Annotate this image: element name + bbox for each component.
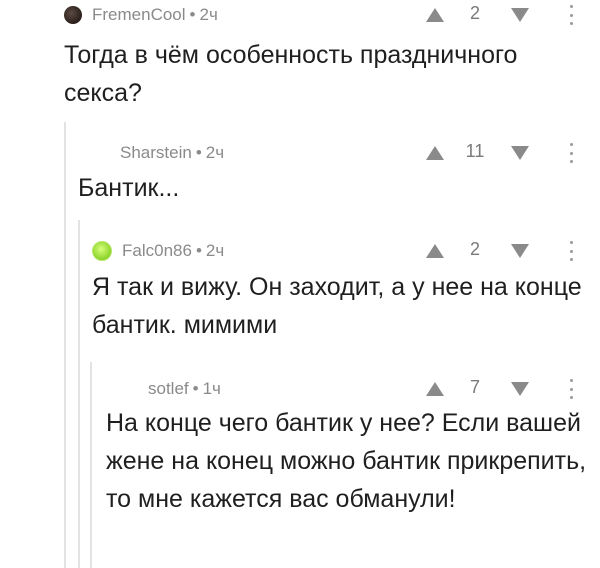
comment-falc0n86: Falc0n86 • 2ч 2 Я так и вижу. Он заходит… xyxy=(0,236,600,356)
rating-value: 11 xyxy=(465,141,485,161)
comment-sharstein: Sharstein • 2ч 11 Бантик... xyxy=(0,138,600,218)
comment-time: 2ч xyxy=(205,143,225,162)
downvote-button[interactable] xyxy=(509,6,531,24)
comment-sotlef: sotlef • 1ч 7 На конце чего бантик у нее… xyxy=(0,374,600,568)
meta-separator: • xyxy=(195,143,202,162)
author-info[interactable]: Falc0n86 • 2ч xyxy=(92,238,224,264)
downvote-arrow-icon xyxy=(511,146,529,160)
comment-text: Я так и вижу. Он заходит, а у нее на кон… xyxy=(92,273,582,339)
avatar[interactable] xyxy=(92,241,112,261)
upvote-button[interactable] xyxy=(424,6,446,24)
comment-time: 2ч xyxy=(199,5,218,24)
author-info[interactable]: Sharstein • 2ч xyxy=(120,140,224,166)
downvote-button[interactable] xyxy=(509,380,531,398)
author-info[interactable]: sotlef • 1ч xyxy=(148,376,221,402)
comment-header: Falc0n86 • 2ч 2 xyxy=(0,236,600,266)
downvote-arrow-icon xyxy=(511,8,529,22)
rating-value: 7 xyxy=(469,377,480,397)
author-info[interactable]: FremenCool • 2ч xyxy=(64,2,218,28)
more-options-icon[interactable] xyxy=(565,240,577,262)
author-name[interactable]: FremenCool xyxy=(92,5,186,25)
upvote-button[interactable] xyxy=(424,144,446,162)
downvote-button[interactable] xyxy=(509,242,531,260)
author-name[interactable]: sotlef xyxy=(148,379,189,399)
upvote-arrow-icon xyxy=(426,382,444,396)
author-name[interactable]: Sharstein xyxy=(120,143,192,163)
comment-text: Бантик... xyxy=(78,174,180,202)
meta-separator: • xyxy=(192,379,199,398)
comment-fremencool: FremenCool • 2ч 2 Тогда в чём особенност… xyxy=(0,0,600,120)
downvote-button[interactable] xyxy=(509,144,531,162)
avatar[interactable] xyxy=(64,6,82,24)
downvote-arrow-icon xyxy=(511,244,529,258)
upvote-button[interactable] xyxy=(424,242,446,260)
comment-header: FremenCool • 2ч 2 xyxy=(0,0,600,30)
comment-text: Тогда в чём особенность праздничного сек… xyxy=(64,41,518,107)
more-options-icon[interactable] xyxy=(565,378,577,400)
upvote-button[interactable] xyxy=(424,380,446,398)
comment-text: На конце чего бантик у нее? Если вашей ж… xyxy=(106,409,587,513)
meta-separator: • xyxy=(189,5,196,24)
upvote-arrow-icon xyxy=(426,244,444,258)
comment-time: 1ч xyxy=(202,379,221,398)
rating-value: 2 xyxy=(469,239,480,259)
meta-separator: • xyxy=(195,241,202,260)
more-options-icon[interactable] xyxy=(565,4,577,26)
comment-header: Sharstein • 2ч 11 xyxy=(0,138,600,168)
comment-time: 2ч xyxy=(205,241,225,260)
rating-value: 2 xyxy=(469,3,480,23)
more-options-icon[interactable] xyxy=(565,142,577,164)
downvote-arrow-icon xyxy=(511,382,529,396)
upvote-arrow-icon xyxy=(426,8,444,22)
author-name[interactable]: Falc0n86 xyxy=(122,241,192,261)
comment-header: sotlef • 1ч 7 xyxy=(0,374,600,404)
upvote-arrow-icon xyxy=(426,146,444,160)
